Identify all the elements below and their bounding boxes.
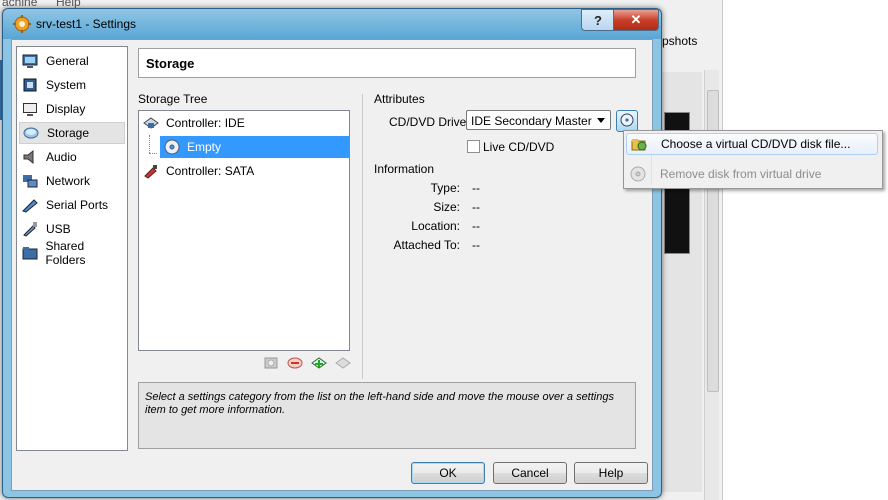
background-right-area	[722, 0, 888, 500]
tree-item-label: Controller: SATA	[166, 164, 255, 178]
general-icon	[21, 52, 39, 70]
category-list[interactable]: General System Display Storage Audio Net…	[16, 46, 128, 451]
add-controller-icon[interactable]	[310, 354, 328, 372]
cd-drive-label: CD/DVD Drive:	[389, 115, 470, 129]
page-title-box: Storage	[138, 48, 636, 78]
title-bar[interactable]: srv-test1 - Settings ? ✕	[3, 9, 661, 39]
category-serial-ports[interactable]: Serial Ports	[19, 194, 125, 216]
tree-connector	[149, 135, 151, 153]
settings-dialog: srv-test1 - Settings ? ✕ General System …	[2, 8, 662, 498]
live-cd-label[interactable]: Live CD/DVD	[483, 140, 554, 154]
cd-context-menu: Choose a virtual CD/DVD disk file... Rem…	[623, 130, 883, 189]
storage-tree[interactable]: Controller: IDE Empty Controller: SATA	[138, 110, 350, 351]
network-icon	[21, 172, 39, 190]
category-label: Network	[46, 174, 91, 188]
info-attached-value: --	[472, 238, 480, 252]
tree-connector	[149, 153, 157, 155]
category-label: Shared Folders	[45, 239, 86, 267]
info-size-value: --	[472, 200, 480, 214]
info-attached-key: Attached To:	[393, 238, 461, 252]
menu-item-label: Choose a virtual CD/DVD disk file...	[661, 137, 851, 151]
category-label: USB	[46, 222, 71, 236]
usb-icon	[21, 220, 39, 238]
ide-controller-icon	[142, 114, 160, 132]
hint-box: Select a settings category from the list…	[138, 382, 636, 449]
sata-controller-icon	[142, 162, 160, 180]
choose-disk-button[interactable]	[616, 110, 638, 132]
cd-drive-select[interactable]: IDE Secondary Master	[466, 110, 611, 130]
category-general[interactable]: General	[19, 50, 125, 72]
tree-item-empty-cd[interactable]: Empty	[160, 136, 349, 158]
category-display[interactable]: Display	[19, 98, 125, 120]
tree-item-sata-controller[interactable]: Controller: SATA	[142, 160, 347, 182]
page-title: Storage	[146, 56, 195, 71]
hint-text: Select a settings category from the list…	[145, 391, 614, 416]
menu-item-remove-disk[interactable]: Remove disk from virtual drive	[626, 163, 878, 185]
info-type-key: Type:	[430, 181, 460, 195]
information-label: Information	[374, 162, 435, 176]
tree-item-ide-controller[interactable]: Controller: IDE	[142, 112, 347, 134]
shared-folders-icon	[21, 244, 38, 262]
storage-tree-label: Storage Tree	[138, 92, 208, 106]
menu-item-choose-disk[interactable]: Choose a virtual CD/DVD disk file...	[626, 133, 878, 155]
category-label: General	[46, 54, 89, 68]
menu-item-label: Remove disk from virtual drive	[660, 167, 822, 181]
info-size-key: Size:	[433, 200, 460, 214]
add-attachment-icon[interactable]	[262, 354, 280, 372]
remove-disk-icon	[629, 165, 647, 183]
category-system[interactable]: System	[19, 74, 125, 96]
tree-item-label: Controller: IDE	[166, 116, 245, 130]
serial-ports-icon	[21, 196, 39, 214]
background-snapshots-tab[interactable]: pshots	[662, 34, 697, 48]
attributes-label: Attributes	[374, 92, 425, 106]
category-label: Audio	[46, 150, 77, 164]
vertical-separator	[362, 94, 364, 379]
tree-toolbar	[262, 354, 352, 374]
help-button[interactable]: Help	[574, 462, 648, 484]
live-cd-checkbox[interactable]	[467, 140, 480, 153]
info-location-value: --	[472, 219, 480, 233]
cd-icon	[163, 138, 181, 156]
title-help-button[interactable]: ?	[581, 9, 615, 31]
cancel-button[interactable]: Cancel	[493, 462, 567, 484]
system-icon	[21, 76, 39, 94]
category-shared-folders[interactable]: Shared Folders	[19, 239, 125, 267]
cd-drive-value: IDE Secondary Master	[471, 114, 592, 128]
remove-attachment-icon[interactable]	[286, 354, 304, 372]
category-label: System	[46, 78, 87, 92]
category-label: Serial Ports	[46, 198, 109, 212]
display-icon	[21, 100, 39, 118]
window-title: srv-test1 - Settings	[36, 17, 137, 31]
audio-icon	[21, 148, 39, 166]
info-type-value: --	[472, 181, 480, 195]
folder-cd-icon	[630, 135, 648, 153]
storage-icon	[22, 124, 40, 142]
chevron-down-icon	[597, 118, 605, 123]
tree-item-label: Empty	[187, 140, 222, 154]
dialog-client: General System Display Storage Audio Net…	[11, 39, 653, 491]
category-audio[interactable]: Audio	[19, 146, 125, 168]
category-usb[interactable]: USB	[19, 218, 125, 240]
category-storage[interactable]: Storage	[19, 122, 125, 144]
cd-icon	[620, 113, 634, 130]
category-label: Storage	[47, 126, 90, 140]
category-label: Display	[46, 102, 86, 116]
info-location-key: Location:	[411, 219, 460, 233]
virtualbox-gear-icon	[13, 15, 31, 33]
category-network[interactable]: Network	[19, 170, 125, 192]
close-button[interactable]: ✕	[613, 9, 659, 31]
ok-button[interactable]: OK	[411, 462, 485, 484]
remove-controller-icon[interactable]	[334, 354, 352, 372]
